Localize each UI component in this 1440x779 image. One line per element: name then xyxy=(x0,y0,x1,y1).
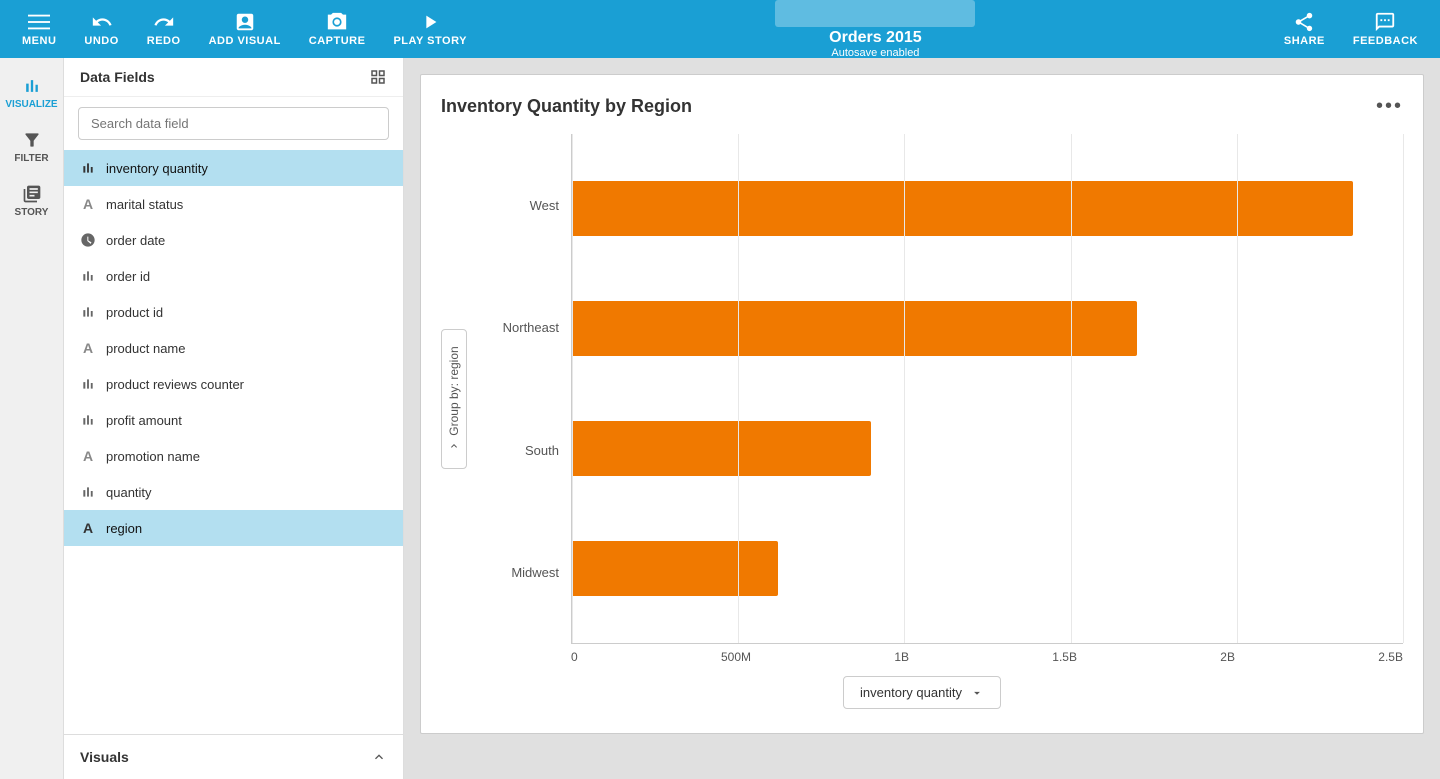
toolbar-title: Orders 2015 xyxy=(829,29,922,46)
toolbar-subtitle: Autosave enabled xyxy=(831,47,919,59)
toolbar: MENU UNDO REDO ADD VISUAL CAPTURE PLAY S… xyxy=(0,0,1440,58)
field-quantity[interactable]: quantity xyxy=(64,474,403,510)
y-label-west: West xyxy=(491,198,571,213)
search-input[interactable] xyxy=(78,107,389,140)
field-profit-amount[interactable]: profit amount xyxy=(64,402,403,438)
measure-dropdown[interactable]: inventory quantity xyxy=(843,676,1001,709)
y-label-northeast: Northeast xyxy=(491,320,571,335)
field-marital-status[interactable]: A marital status xyxy=(64,186,403,222)
data-fields-header: Data Fields xyxy=(64,58,403,97)
field-promotion-name[interactable]: A promotion name xyxy=(64,438,403,474)
x-label-0: 0 xyxy=(571,650,578,664)
undo-button[interactable]: UNDO xyxy=(70,0,132,58)
x-label-1b: 1B xyxy=(894,650,909,664)
grid-line-4 xyxy=(1237,134,1238,643)
bar-south xyxy=(572,421,871,476)
bar-chart-icon-2 xyxy=(80,268,96,284)
bars-rows xyxy=(572,134,1403,643)
clock-icon xyxy=(80,232,96,248)
bar-row-northeast xyxy=(572,294,1403,364)
sidebar-item-story[interactable]: STORY xyxy=(0,174,63,228)
x-label-1-5b: 1.5B xyxy=(1052,650,1077,664)
chart-container: Inventory Quantity by Region ••• Group b… xyxy=(420,74,1424,734)
field-inventory-quantity[interactable]: inventory quantity xyxy=(64,150,403,186)
field-order-id[interactable]: order id xyxy=(64,258,403,294)
chart-bottom: inventory quantity xyxy=(441,676,1403,709)
x-label-2-5b: 2.5B xyxy=(1378,650,1403,664)
grid-line-3 xyxy=(1071,134,1072,643)
chevron-right-icon xyxy=(448,440,460,452)
fields-list: inventory quantity A marital status orde… xyxy=(64,150,403,734)
sidebar-item-visualize[interactable]: VISUALIZE xyxy=(0,66,63,120)
grid-line-0 xyxy=(572,134,573,643)
bar-chart-icon-3 xyxy=(80,304,96,320)
chart-title: Inventory Quantity by Region xyxy=(441,96,692,117)
layout-icon xyxy=(369,68,387,86)
grid-line-1 xyxy=(738,134,739,643)
bar-row-south xyxy=(572,413,1403,483)
icon-bar: VISUALIZE FILTER STORY xyxy=(0,58,64,779)
field-product-id[interactable]: product id xyxy=(64,294,403,330)
toolbar-search-input[interactable] xyxy=(775,0,975,27)
bar-row-west xyxy=(572,174,1403,244)
add-visual-button[interactable]: ADD VISUAL xyxy=(195,0,295,58)
visuals-header[interactable]: Visuals xyxy=(64,735,403,779)
feedback-button[interactable]: FEEDBACK xyxy=(1339,0,1432,58)
x-axis: 0 500M 1B 1.5B 2B 2.5B xyxy=(571,644,1403,664)
grid-line-2 xyxy=(904,134,905,643)
chevron-down-icon xyxy=(970,686,984,700)
redo-button[interactable]: REDO xyxy=(133,0,195,58)
main-content: Inventory Quantity by Region ••• Group b… xyxy=(404,58,1440,779)
bar-chart-icon xyxy=(80,160,96,176)
chart-header: Inventory Quantity by Region ••• xyxy=(441,95,1403,118)
sidebar-item-filter[interactable]: FILTER xyxy=(0,120,63,174)
text-type-icon-4: A xyxy=(80,520,96,536)
bar-midwest xyxy=(572,541,778,596)
visuals-section: Visuals xyxy=(64,734,403,779)
bar-chart-area: Group by: region West Northeast South Mi… xyxy=(441,134,1403,664)
field-product-reviews-counter[interactable]: product reviews counter xyxy=(64,366,403,402)
sidebar: Data Fields inventory quantity A marital… xyxy=(64,58,404,779)
x-label-500m: 500M xyxy=(721,650,751,664)
x-label-2b: 2B xyxy=(1220,650,1235,664)
field-order-date[interactable]: order date xyxy=(64,222,403,258)
main-layout: VISUALIZE FILTER STORY Data Fields inven… xyxy=(0,58,1440,779)
y-label-midwest: Midwest xyxy=(491,565,571,580)
chart-more-button[interactable]: ••• xyxy=(1376,95,1403,118)
bar-northeast xyxy=(572,301,1137,356)
bar-chart-icon-5 xyxy=(80,412,96,428)
share-button[interactable]: SHARE xyxy=(1270,0,1339,58)
text-type-icon-2: A xyxy=(80,340,96,356)
capture-button[interactable]: CAPTURE xyxy=(295,0,380,58)
field-region[interactable]: A region xyxy=(64,510,403,546)
y-label-south: South xyxy=(491,443,571,458)
measure-label: inventory quantity xyxy=(860,685,962,700)
grid-line-5 xyxy=(1403,134,1404,643)
text-type-icon-3: A xyxy=(80,448,96,464)
chart-inner: West Northeast South Midwest xyxy=(491,134,1403,664)
menu-button[interactable]: MENU xyxy=(8,0,70,58)
bar-row-midwest xyxy=(572,533,1403,603)
bars-and-x: 0 500M 1B 1.5B 2B 2.5B xyxy=(571,134,1403,664)
field-product-name[interactable]: A product name xyxy=(64,330,403,366)
play-story-button[interactable]: PLAY STORY xyxy=(379,0,480,58)
toolbar-center: Orders 2015 Autosave enabled xyxy=(481,0,1270,59)
bar-chart-icon-6 xyxy=(80,484,96,500)
toolbar-right: SHARE FEEDBACK xyxy=(1270,0,1432,58)
chevron-up-icon xyxy=(371,749,387,765)
group-by-button[interactable]: Group by: region xyxy=(441,399,581,425)
search-area xyxy=(64,97,403,150)
bars-area xyxy=(571,134,1403,644)
text-type-icon: A xyxy=(80,196,96,212)
bar-chart-icon-4 xyxy=(80,376,96,392)
